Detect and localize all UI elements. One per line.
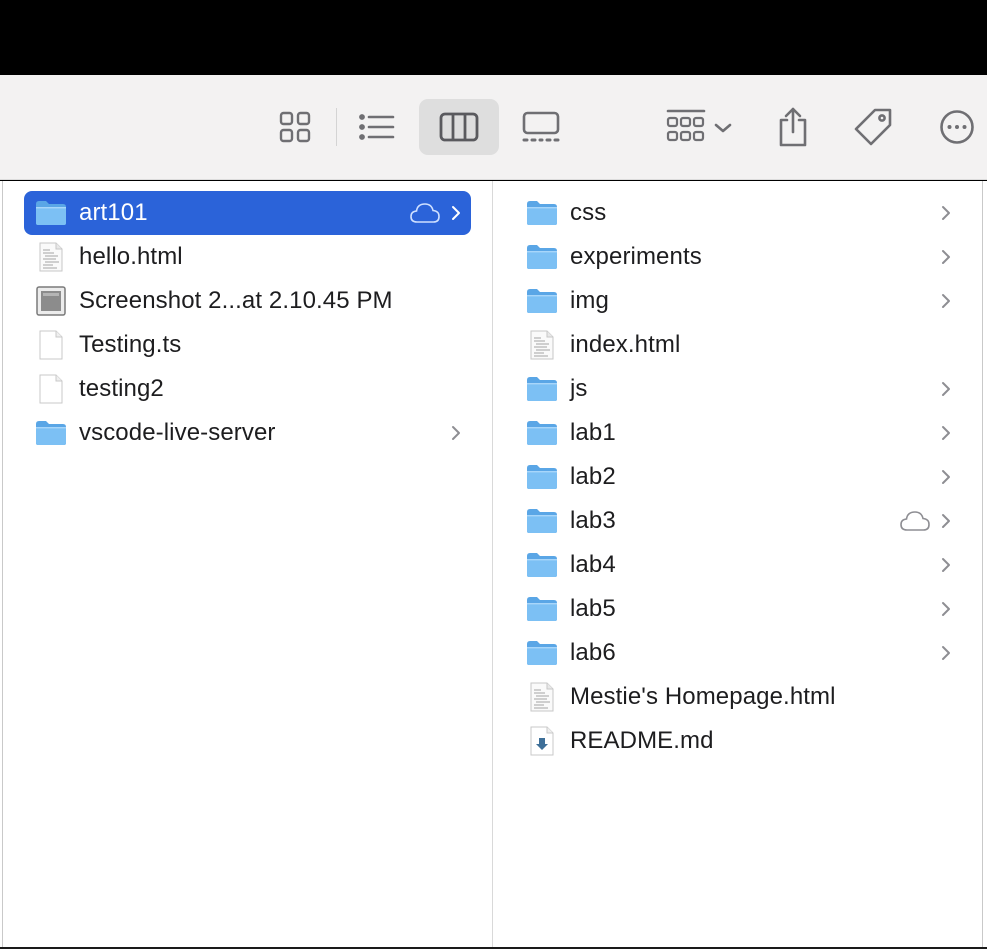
- more-button[interactable]: [932, 99, 982, 155]
- file-row[interactable]: testing2: [24, 367, 471, 411]
- folder-row[interactable]: js: [515, 367, 961, 411]
- tag-icon: [853, 107, 893, 147]
- folder-row[interactable]: art101: [24, 191, 471, 235]
- item-name: lab1: [570, 419, 616, 446]
- chevron-right-icon: [447, 423, 465, 443]
- folder-icon: [526, 639, 558, 667]
- icloud-icon[interactable]: [409, 202, 443, 224]
- columns-icon: [439, 112, 479, 142]
- folder-row[interactable]: lab4: [515, 543, 961, 587]
- folder-row[interactable]: lab6: [515, 631, 961, 675]
- document-icon: [35, 330, 67, 360]
- file-row[interactable]: hello.html: [24, 235, 471, 279]
- item-name: css: [570, 199, 607, 226]
- chevron-right-icon: [937, 203, 955, 223]
- chevron-right-icon: [937, 247, 955, 267]
- column-2: css experiments img index.html js lab1 lab2 lab…: [492, 181, 983, 947]
- item-name: Mestie's Homepage.html: [570, 683, 836, 710]
- item-name: js: [570, 375, 588, 402]
- item-name: Testing.ts: [79, 331, 182, 358]
- icloud-icon[interactable]: [899, 510, 933, 532]
- item-name: experiments: [570, 243, 702, 270]
- folder-icon: [526, 507, 558, 535]
- image-file-icon: [35, 286, 67, 316]
- file-row[interactable]: Screenshot 2...at 2.10.45 PM: [24, 279, 471, 323]
- item-name: lab5: [570, 595, 616, 622]
- folder-icon: [526, 463, 558, 491]
- folder-icon: [526, 199, 558, 227]
- share-button[interactable]: [768, 99, 818, 155]
- folder-row[interactable]: lab1: [515, 411, 961, 455]
- folder-row[interactable]: vscode-live-server: [24, 411, 471, 455]
- icon-view-button[interactable]: [270, 99, 320, 155]
- tags-button[interactable]: [846, 99, 900, 155]
- grid-icon: [279, 111, 311, 143]
- folder-icon: [526, 551, 558, 579]
- item-name: lab2: [570, 463, 616, 490]
- folder-row[interactable]: css: [515, 191, 961, 235]
- toolbar: [0, 75, 987, 180]
- item-name: lab3: [570, 507, 616, 534]
- file-row[interactable]: Testing.ts: [24, 323, 471, 367]
- share-icon: [777, 107, 809, 147]
- file-row[interactable]: Mestie's Homepage.html: [515, 675, 961, 719]
- html-file-icon: [526, 330, 558, 360]
- chevron-right-icon: [937, 599, 955, 619]
- item-name: lab6: [570, 639, 616, 666]
- toolbar-separator: [336, 108, 337, 146]
- chevron-right-icon: [937, 467, 955, 487]
- chevron-right-icon: [937, 423, 955, 443]
- group-icon: [662, 109, 734, 145]
- item-name: lab4: [570, 551, 616, 578]
- markdown-file-icon: [526, 726, 558, 756]
- folder-icon: [35, 419, 67, 447]
- folder-icon: [35, 199, 67, 227]
- folder-row[interactable]: experiments: [515, 235, 961, 279]
- folder-row[interactable]: lab5: [515, 587, 961, 631]
- chevron-right-icon: [937, 291, 955, 311]
- folder-icon: [526, 243, 558, 271]
- item-name: vscode-live-server: [79, 419, 276, 446]
- folder-row[interactable]: img: [515, 279, 961, 323]
- item-name: hello.html: [79, 243, 183, 270]
- folder-row[interactable]: lab2: [515, 455, 961, 499]
- chevron-right-icon: [937, 555, 955, 575]
- browser-content: art101 hello.html Screenshot 2...at 2.10.4…: [0, 181, 987, 949]
- folder-icon: [526, 419, 558, 447]
- gallery-icon: [521, 111, 561, 143]
- item-name: Screenshot 2...at 2.10.45 PM: [79, 287, 393, 314]
- column-1: art101 hello.html Screenshot 2...at 2.10.4…: [2, 181, 491, 947]
- item-name: art101: [79, 199, 148, 226]
- ellipsis-icon: [939, 109, 975, 145]
- group-button[interactable]: [658, 99, 738, 155]
- window-title-bar: [0, 0, 987, 75]
- folder-icon: [526, 595, 558, 623]
- document-icon: [35, 374, 67, 404]
- item-name: README.md: [570, 727, 714, 754]
- item-name: index.html: [570, 331, 681, 358]
- gallery-view-button[interactable]: [514, 99, 568, 155]
- item-name: img: [570, 287, 609, 314]
- file-row[interactable]: index.html: [515, 323, 961, 367]
- html-file-icon: [526, 682, 558, 712]
- chevron-right-icon: [937, 643, 955, 663]
- list-icon: [359, 113, 395, 141]
- folder-row[interactable]: lab3: [515, 499, 961, 543]
- folder-icon: [526, 375, 558, 403]
- list-view-button[interactable]: [350, 99, 404, 155]
- html-file-icon: [35, 242, 67, 272]
- item-name: testing2: [79, 375, 164, 402]
- chevron-right-icon: [937, 511, 955, 531]
- folder-icon: [526, 287, 558, 315]
- chevron-right-icon: [937, 379, 955, 399]
- column-view-button[interactable]: [419, 99, 499, 155]
- file-row[interactable]: README.md: [515, 719, 961, 763]
- chevron-right-icon: [447, 203, 465, 223]
